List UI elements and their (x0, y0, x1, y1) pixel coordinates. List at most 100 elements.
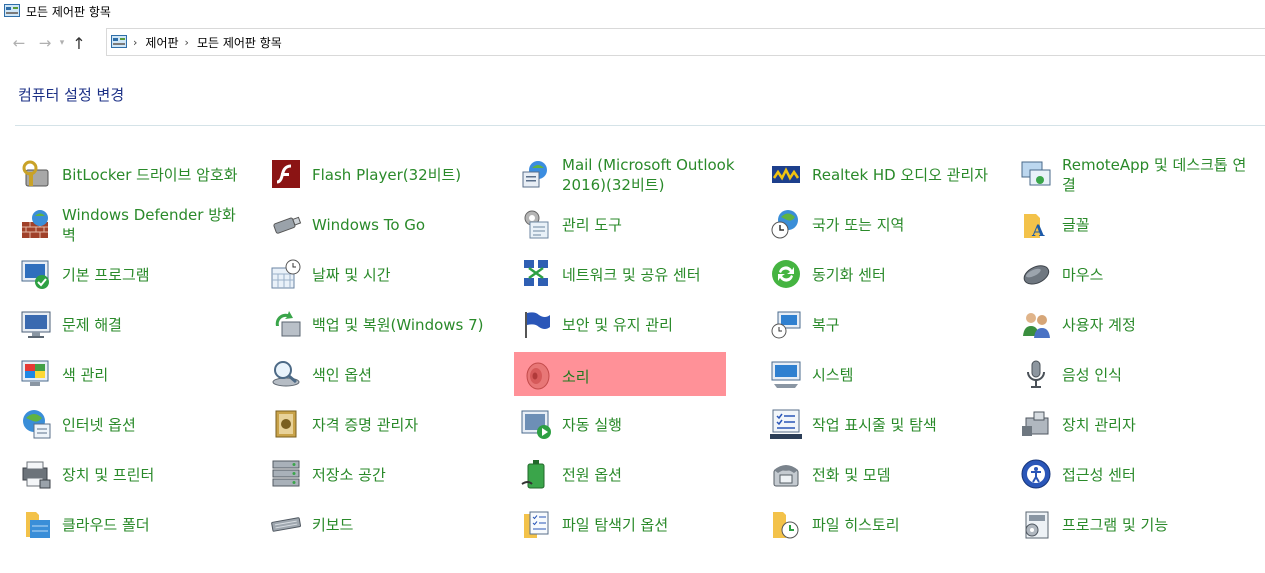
control-panel-item-label[interactable]: 색인 옵션 (312, 350, 498, 385)
control-panel-item-label[interactable]: 자격 증명 관리자 (312, 400, 498, 435)
control-panel-item-label[interactable]: 음성 인식 (1062, 350, 1248, 385)
control-panel-item-label[interactable]: 저장소 공간 (312, 450, 498, 485)
up-arrow-icon[interactable]: ↑ (68, 32, 90, 54)
control-panel-item[interactable]: 보안 및 유지 관리 (514, 300, 754, 348)
control-panel-item[interactable]: 복구 (764, 300, 1004, 348)
control-panel-item-label[interactable]: 네트워크 및 공유 센터 (562, 250, 748, 285)
control-panel-item-label[interactable]: 글꼴 (1062, 200, 1248, 235)
control-panel-item-label[interactable]: Mail (Microsoft Outlook 2016)(32비트) (562, 150, 748, 195)
control-panel-item-label[interactable]: 기본 프로그램 (62, 250, 248, 285)
control-panel-item[interactable]: 마우스 (1014, 250, 1254, 298)
sync-icon (768, 256, 804, 292)
control-panel-item-label[interactable]: 접근성 센터 (1062, 450, 1248, 485)
control-panel-item[interactable]: Windows Defender 방화벽 (14, 200, 254, 248)
control-panel-item[interactable]: RemoteApp 및 데스크톱 연결 (1014, 150, 1254, 198)
recent-dropdown-icon[interactable]: ▾ (56, 32, 68, 54)
control-panel-item[interactable]: 네트워크 및 공유 센터 (514, 250, 754, 298)
control-panel-item-label[interactable]: Windows To Go (312, 200, 498, 235)
control-panel-item[interactable]: 동기화 센터 (764, 250, 1004, 298)
control-panel-item[interactable]: 장치 관리자 (1014, 400, 1254, 448)
control-panel-item-label[interactable]: Windows Defender 방화벽 (62, 200, 248, 245)
control-panel-item[interactable]: 장치 및 프린터 (14, 450, 254, 498)
control-panel-item[interactable]: 사용자 계정 (1014, 300, 1254, 348)
control-panel-item[interactable]: Windows To Go (264, 200, 504, 248)
control-panel-item[interactable]: 저장소 공간 (264, 450, 504, 498)
control-panel-item-label[interactable]: 프로그램 및 기능 (1062, 500, 1248, 535)
control-panel-item-label[interactable]: 작업 표시줄 및 탐색 (812, 400, 998, 435)
control-panel-item-label[interactable]: 인터넷 옵션 (62, 400, 248, 435)
control-panel-item[interactable]: 자동 실행 (514, 400, 754, 448)
control-panel-item[interactable]: 색 관리 (14, 350, 254, 398)
control-panel-item-label[interactable]: RemoteApp 및 데스크톱 연결 (1062, 150, 1248, 195)
control-panel-item[interactable]: 프로그램 및 기능 (1014, 500, 1254, 548)
control-panel-item[interactable]: 파일 탐색기 옵션 (514, 500, 754, 548)
control-panel-item-label[interactable]: 자동 실행 (562, 400, 748, 435)
control-panel-item[interactable]: 전원 옵션 (514, 450, 754, 498)
control-panel-item[interactable]: BitLocker 드라이브 암호화 (14, 150, 254, 198)
control-panel-item-label[interactable]: 날짜 및 시간 (312, 250, 498, 285)
control-panel-item-label[interactable]: 클라우드 폴더 (62, 500, 248, 535)
control-panel-item-label[interactable]: 장치 및 프린터 (62, 450, 248, 485)
control-panel-item-label[interactable]: Realtek HD 오디오 관리자 (812, 150, 998, 185)
control-panel-item-label[interactable]: Flash Player(32비트) (312, 150, 498, 185)
control-panel-item[interactable]: 시스템 (764, 350, 1004, 398)
control-panel-item-label[interactable]: 전화 및 모뎀 (812, 450, 998, 485)
control-panel-item-label[interactable]: 시스템 (812, 350, 998, 385)
control-panel-item-label[interactable]: BitLocker 드라이브 암호화 (62, 150, 248, 185)
control-panel-item-label[interactable]: 보안 및 유지 관리 (562, 300, 748, 335)
control-panel-item-label[interactable]: 동기화 센터 (812, 250, 998, 285)
control-panel-item[interactable]: A 글꼴 (1014, 200, 1254, 248)
control-panel-item[interactable]: 전화 및 모뎀 (764, 450, 1004, 498)
autoplay-icon (518, 406, 554, 442)
control-panel-item[interactable]: 자격 증명 관리자 (264, 400, 504, 448)
control-panel-item[interactable]: 클라우드 폴더 (14, 500, 254, 548)
admin-tools-icon (518, 206, 554, 242)
control-panel-item[interactable]: 키보드 (264, 500, 504, 548)
flash-icon (268, 156, 304, 192)
back-arrow-icon[interactable]: ← (8, 32, 30, 54)
control-panel-item-label[interactable]: 국가 또는 지역 (812, 200, 998, 235)
breadcrumb-all-items[interactable]: 모든 제어판 항목 (197, 34, 282, 51)
control-panel-item[interactable]: 작업 표시줄 및 탐색 (764, 400, 1004, 448)
control-panel-item[interactable]: 백업 및 복원(Windows 7) (264, 300, 504, 348)
control-panel-item[interactable]: 국가 또는 지역 (764, 200, 1004, 248)
control-panel-item[interactable]: 색인 옵션 (264, 350, 504, 398)
control-panel-item-label[interactable]: 문제 해결 (62, 300, 248, 335)
control-panel-item[interactable]: Flash Player(32비트) (264, 150, 504, 198)
fonts-icon: A (1018, 206, 1054, 242)
control-panel-item[interactable]: 파일 히스토리 (764, 500, 1004, 548)
control-panel-item-label[interactable]: 장치 관리자 (1062, 400, 1248, 435)
control-panel-item[interactable]: 문제 해결 (14, 300, 254, 348)
control-panel-item[interactable]: 인터넷 옵션 (14, 400, 254, 448)
explorer-options-icon (518, 506, 554, 542)
control-panel-item[interactable]: Realtek HD 오디오 관리자 (764, 150, 1004, 198)
breadcrumb-control-panel[interactable]: 제어판 (145, 34, 178, 51)
control-panel-item-label[interactable]: 파일 히스토리 (812, 500, 998, 535)
mouse-icon (1018, 256, 1054, 292)
control-panel-item[interactable]: Mail (Microsoft Outlook 2016)(32비트) (514, 150, 754, 198)
control-panel-item[interactable]: 기본 프로그램 (14, 250, 254, 298)
control-panel-item-label[interactable]: 키보드 (312, 500, 498, 535)
control-panel-item-label[interactable]: 소리 (562, 352, 726, 387)
chevron-right-icon[interactable]: › (185, 36, 189, 49)
control-panel-item-label[interactable]: 관리 도구 (562, 200, 748, 235)
cloud-folder-icon (18, 506, 54, 542)
control-panel-item-label[interactable]: 백업 및 복원(Windows 7) (312, 300, 498, 335)
control-panel-item-label[interactable]: 사용자 계정 (1062, 300, 1248, 335)
control-panel-item[interactable]: 음성 인식 (1014, 350, 1254, 398)
chevron-right-icon[interactable]: › (133, 36, 137, 49)
control-panel-item-label[interactable]: 파일 탐색기 옵션 (562, 500, 748, 535)
window-title: 모든 제어판 항목 (26, 4, 111, 19)
control-panel-item-label[interactable]: 색 관리 (62, 350, 248, 385)
programs-features-icon (1018, 506, 1054, 542)
control-panel-item-label[interactable]: 전원 옵션 (562, 450, 748, 485)
control-panel-item[interactable]: 접근성 센터 (1014, 450, 1254, 498)
address-bar[interactable]: › 제어판 › 모든 제어판 항목 (106, 28, 1265, 56)
control-panel-item-label[interactable]: 복구 (812, 300, 998, 335)
network-icon (518, 256, 554, 292)
control-panel-item[interactable]: 날짜 및 시간 (264, 250, 504, 298)
forward-arrow-icon[interactable]: → (34, 32, 56, 54)
control-panel-item[interactable]: 소리 (514, 352, 726, 396)
control-panel-item-label[interactable]: 마우스 (1062, 250, 1248, 285)
control-panel-item[interactable]: 관리 도구 (514, 200, 754, 248)
